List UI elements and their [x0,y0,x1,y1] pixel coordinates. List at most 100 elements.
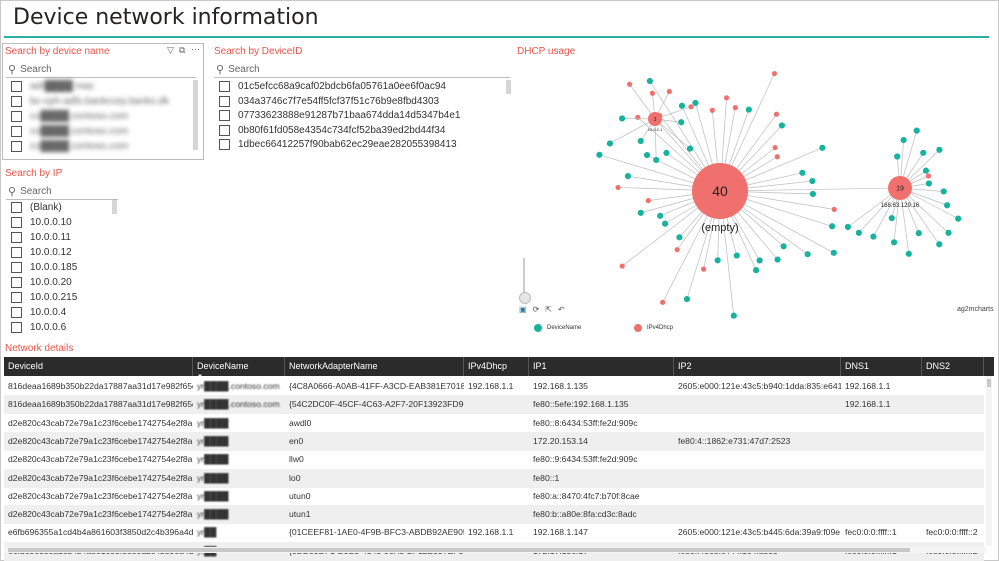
export-icon[interactable]: ⇱ [545,305,552,314]
ip-node[interactable] [709,107,715,113]
column-header[interactable]: IP2 [674,357,841,376]
ip-node[interactable] [701,266,707,272]
slicer-item[interactable]: co████.contoso.com [11,126,128,137]
slicer-device-name-scrollbar[interactable] [193,80,198,150]
table-row[interactable]: d2e820c43cab72e79a1c23f6cebe1742754e2f8a… [4,505,984,525]
column-header[interactable]: DeviceId [4,357,193,376]
checkbox[interactable] [11,277,22,288]
ip-node[interactable] [774,154,780,160]
slicer-item[interactable]: adr████ mac [11,81,94,92]
checkbox[interactable] [11,307,22,318]
device-node[interactable] [940,188,947,195]
device-node[interactable] [920,149,927,156]
refresh-icon[interactable]: ⟳ [533,305,540,314]
device-node[interactable] [683,295,691,303]
slicer-item[interactable]: 0b80f61fd058e4354c734fcf52ba39ed2bd44f34 [219,124,445,136]
device-node[interactable] [870,233,877,240]
device-node[interactable] [819,144,826,151]
zoom-slider[interactable] [523,258,525,294]
device-node[interactable] [752,267,760,274]
search-ip[interactable]: ⚲ Search [8,185,52,198]
device-node[interactable] [624,173,632,180]
checkbox[interactable] [11,96,22,107]
device-node[interactable] [756,257,763,264]
ip-node[interactable] [674,247,680,253]
device-node[interactable] [915,230,922,237]
table-row[interactable]: d2e820c43cab72e79a1c23f6cebe1742754e2f8a… [4,414,984,433]
slicer-item[interactable]: 10.0.0.12 [11,247,72,258]
ip-node[interactable] [649,90,655,96]
device-node[interactable] [830,249,837,256]
table-row[interactable]: e6fb696355a1cd4b4a861603f3850d2c4b396a4d… [4,523,984,542]
checkbox[interactable] [11,232,22,243]
slicer-ip-scrollbar[interactable] [112,200,117,214]
ip-node[interactable] [619,263,625,269]
device-node[interactable] [936,241,943,248]
slicer-item[interactable]: bc-cph-adfs.bankcorp.banks.dk [11,96,169,107]
column-header[interactable]: DeviceName ▼ [193,357,285,380]
checkbox[interactable] [219,110,230,121]
ip-node[interactable] [635,114,641,120]
slicer-item[interactable]: 10.0.0.10 [11,217,72,228]
filter-icon[interactable]: ▽ [167,45,174,56]
ip-node[interactable] [688,104,694,110]
search-device-name[interactable]: ⚲ Search [8,63,52,76]
device-node[interactable] [637,209,644,216]
ip-node[interactable] [831,206,837,213]
slicer-item[interactable]: co████.contoso.com [11,111,128,122]
ip-node[interactable] [626,81,633,87]
device-node[interactable] [714,257,721,264]
table-row[interactable]: 816deaa1689b350b22da17887aa31d17e982f65d… [4,377,984,396]
device-node[interactable] [663,149,670,157]
device-node[interactable] [745,106,752,113]
search-device-id[interactable]: ⚲ Search [216,63,260,76]
table-row[interactable]: d2e820c43cab72e79a1c23f6cebe1742754e2f8a… [4,487,984,506]
device-node[interactable] [894,153,901,160]
column-header[interactable]: DNS2 [922,357,984,376]
device-node[interactable] [809,177,816,185]
checkbox[interactable] [11,141,22,152]
slicer-item[interactable]: 1dbec66412257f90bab62ec29eae282055398413 [219,139,457,150]
table-row[interactable]: d2e820c43cab72e79a1c23f6cebe1742754e2f8a… [4,468,984,488]
device-node[interactable] [888,214,895,222]
table-horizontal-thumb[interactable] [8,548,910,552]
checkbox[interactable] [11,292,22,303]
slicer-device-id-scrollbar[interactable] [506,80,511,94]
device-node[interactable] [900,136,907,144]
device-node[interactable] [730,312,737,319]
slicer-item[interactable]: 10.0.0.185 [11,262,77,273]
device-node[interactable] [657,212,664,219]
device-node[interactable] [643,151,651,159]
device-node[interactable] [606,140,614,147]
device-node[interactable] [678,119,685,126]
more-options-icon[interactable]: ⋯ [191,44,200,55]
slicer-item[interactable]: 10.0.0.215 [11,292,77,303]
device-node[interactable] [944,202,951,209]
device-node[interactable] [596,151,603,158]
device-node[interactable] [913,127,920,134]
checkbox[interactable] [219,139,230,150]
checkbox[interactable] [11,111,22,122]
checkbox[interactable] [219,124,230,136]
checkbox[interactable] [11,81,22,92]
slicer-item[interactable]: (Blank) [11,202,62,213]
device-node[interactable] [780,243,787,250]
column-header[interactable]: NetworkAdapterName [285,357,464,376]
device-node[interactable] [955,215,962,222]
device-node[interactable] [855,229,862,236]
ip-node[interactable] [723,95,730,101]
undo-icon[interactable]: ↶ [558,305,565,314]
dhcp-network-graph[interactable]: 40 (empty) 19 168.63.129.16 3 10.0.0.1 [515,56,990,356]
checkbox[interactable] [219,95,230,107]
select-icon[interactable]: ▣ [519,305,527,314]
legend-device-name[interactable]: DeviceName [534,324,581,332]
device-node[interactable] [661,220,669,227]
device-node[interactable] [653,156,660,164]
device-node[interactable] [905,250,912,257]
device-node[interactable] [828,223,836,230]
device-node[interactable] [890,239,898,246]
slicer-item[interactable]: 10.0.0.20 [11,277,72,288]
column-header[interactable]: IPv4Dhcp [464,357,529,376]
zoom-slider-thumb[interactable] [519,292,531,304]
ip-node[interactable] [645,197,651,204]
